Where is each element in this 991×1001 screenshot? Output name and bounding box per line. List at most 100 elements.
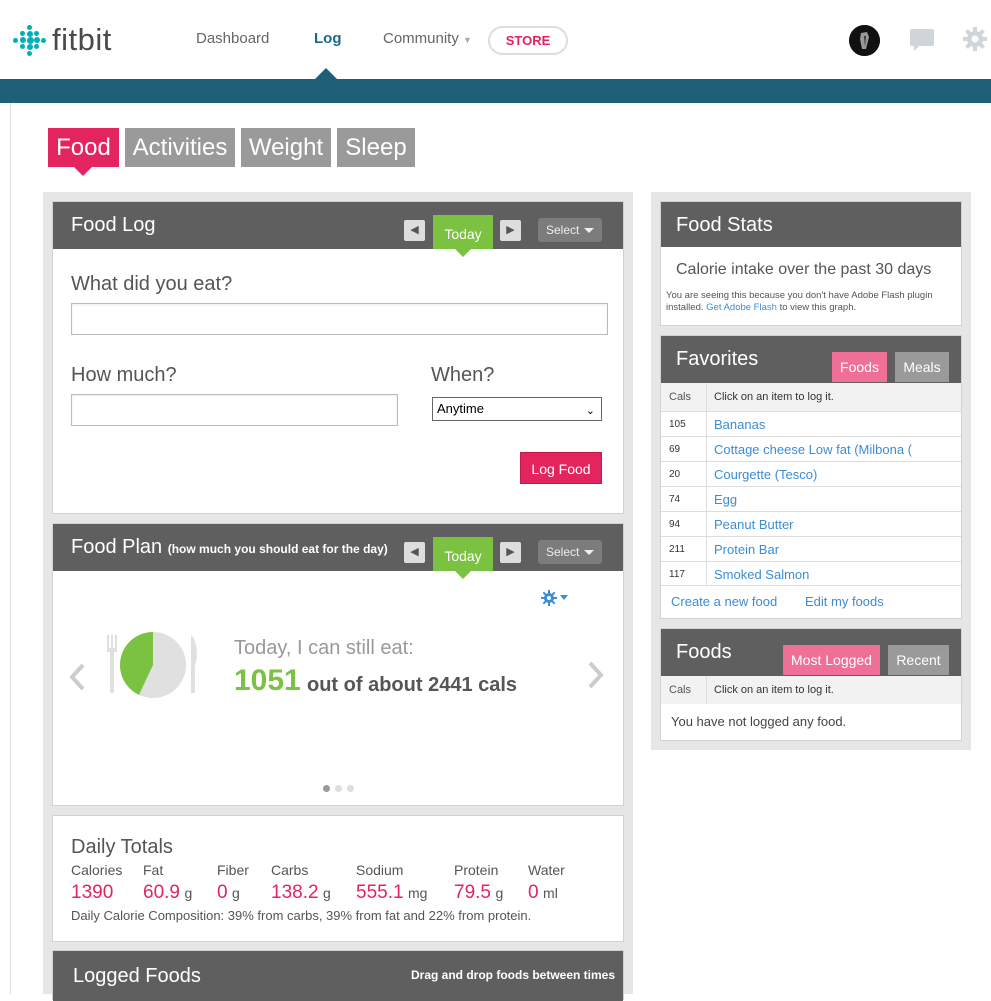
carousel-dot[interactable] [335, 785, 342, 792]
favorite-row[interactable]: 117 Smoked Salmon [661, 561, 961, 586]
plan-next-day-button[interactable]: ▶ [500, 542, 521, 563]
favorites-title: Favorites [676, 348, 759, 370]
favorite-name[interactable]: Bananas [714, 412, 955, 437]
favorite-name[interactable]: Protein Bar [714, 537, 955, 562]
messages-icon[interactable] [909, 28, 935, 52]
favorite-name[interactable]: Courgette (Tesco) [714, 462, 955, 487]
favorites-table: Cals Click on an item to log it. 105 Ban… [661, 383, 961, 586]
what-label: What did you eat? [71, 273, 233, 295]
foods-tab-most-logged[interactable]: Most Logged [783, 645, 880, 675]
totals-label-fiber: Fiber [217, 862, 249, 878]
chevron-down-icon: ▼ [463, 35, 472, 45]
foods-tab-recent[interactable]: Recent [888, 645, 949, 675]
plan-settings-gear-icon[interactable] [541, 590, 571, 606]
fitbit-logo[interactable]: fitbit [12, 22, 112, 58]
next-day-button[interactable]: ▶ [500, 220, 521, 241]
favorite-cals: 105 [661, 412, 707, 436]
food-plan-title: Food Plan (how much you should eat for t… [71, 536, 388, 559]
totals-unit-protein: g [495, 885, 504, 901]
foods-title: Foods [676, 641, 732, 663]
totals-value-carbs: 138.2 [271, 882, 319, 903]
favorite-row[interactable]: 74 Egg [661, 486, 961, 511]
favorite-name[interactable]: Egg [714, 487, 955, 512]
store-button[interactable]: STORE [488, 26, 568, 55]
plan-prev-day-button[interactable]: ◀ [404, 542, 425, 563]
nav-active-indicator [315, 68, 337, 79]
fitbit-dots-icon [12, 23, 46, 57]
create-food-link[interactable]: Create a new food [671, 594, 777, 609]
carousel-dot[interactable] [323, 785, 330, 792]
today-button[interactable]: Today [433, 215, 493, 249]
totals-unit-sodium: mg [408, 885, 428, 901]
tab-sleep[interactable]: Sleep [337, 128, 415, 167]
avatar[interactable] [849, 25, 880, 56]
calorie-composition: Daily Calorie Composition: 39% from carb… [71, 908, 532, 923]
tab-food[interactable]: Food [48, 128, 119, 167]
favorite-cals: 74 [661, 487, 707, 511]
favorites-tab-meals[interactable]: Meals [895, 352, 949, 382]
edit-foods-link[interactable]: Edit my foods [805, 594, 884, 609]
plan-today-button[interactable]: Today [433, 537, 493, 571]
col-hint-header: Click on an item to log it. [714, 391, 834, 403]
favorite-cals: 94 [661, 512, 707, 536]
foods-panel: Foods Most Logged Recent Cals Click on a… [660, 628, 962, 741]
brand-name: fitbit [52, 22, 112, 57]
carousel-dots [323, 785, 363, 793]
header-band [0, 79, 991, 103]
totals-value-water: 0 [528, 882, 539, 903]
food-plan-subtitle: (how much you should eat for the day) [167, 542, 388, 556]
chevron-left-icon[interactable] [67, 662, 87, 692]
food-plan-title-text: Food Plan [71, 536, 163, 558]
plan-select-dropdown[interactable]: Select [538, 540, 602, 564]
favorite-row[interactable]: 211 Protein Bar [661, 536, 961, 561]
plan-select-label: Select [546, 545, 580, 559]
favorite-name[interactable]: Cottage cheese Low fat (Milbona ( [714, 437, 955, 462]
daily-totals-panel: Daily Totals Calories 1390 Fat 60.9 g Fi… [52, 815, 624, 942]
gear-icon[interactable] [962, 26, 988, 52]
foods-col-cals: Cals [661, 676, 707, 704]
calories-goal: out of about 2441 cals [307, 674, 518, 696]
totals-carbs: 138.2 g [271, 882, 331, 904]
totals-label-fat: Fat [143, 862, 164, 878]
carousel-dot[interactable] [347, 785, 354, 792]
favorite-name[interactable]: Peanut Butter [714, 512, 955, 537]
log-food-button[interactable]: Log Food [520, 452, 602, 484]
select-dropdown[interactable]: Select [538, 218, 602, 242]
favorite-row[interactable]: 69 Cottage cheese Low fat (Milbona ( [661, 436, 961, 461]
nav-log[interactable]: Log [314, 30, 342, 47]
food-search-input[interactable] [71, 303, 608, 335]
tab-weight[interactable]: Weight [241, 128, 331, 167]
favorite-row[interactable]: 20 Courgette (Tesco) [661, 461, 961, 486]
favorite-row[interactable]: 105 Bananas [661, 411, 961, 436]
col-cals-header: Cals [661, 383, 707, 411]
top-header: fitbit Dashboard Log Community ▼ STORE [0, 0, 991, 79]
daily-totals-title: Daily Totals [71, 836, 173, 858]
prev-day-button[interactable]: ◀ [404, 220, 425, 241]
totals-unit-water: ml [543, 885, 558, 901]
when-select[interactable]: Anytime ⌄ [432, 397, 602, 421]
plate-pie-chart [103, 631, 201, 699]
amount-input[interactable] [71, 394, 398, 426]
food-log-header: Food Log ◀ Today ▶ Select [53, 202, 623, 249]
totals-unit-carbs: g [323, 885, 331, 901]
foods-empty-message: You have not logged any food. [671, 714, 847, 729]
totals-value-fat: 60.9 [143, 882, 180, 903]
favorites-tab-foods[interactable]: Foods [832, 352, 887, 382]
get-flash-link[interactable]: Get Adobe Flash [706, 302, 777, 313]
nav-community[interactable]: Community ▼ [383, 30, 472, 47]
favorite-row[interactable]: 94 Peanut Butter [661, 511, 961, 536]
select-label: Select [546, 223, 580, 237]
favorite-cals: 211 [661, 537, 707, 561]
favorites-header: Favorites Foods Meals [661, 336, 961, 383]
totals-fat: 60.9 g [143, 882, 192, 904]
favorites-table-header: Cals Click on an item to log it. [661, 383, 961, 411]
nav-dashboard[interactable]: Dashboard [196, 30, 269, 47]
food-log-panel: Food Log ◀ Today ▶ Select What did you e… [52, 201, 624, 514]
knife-icon [191, 635, 197, 693]
chevron-down-icon [584, 228, 594, 233]
chevron-right-icon[interactable] [586, 660, 606, 690]
tab-activities[interactable]: Activities [125, 128, 235, 167]
plan-headline: Today, I can still eat: [234, 637, 414, 659]
logged-foods-title: Logged Foods [73, 965, 201, 987]
favorite-name[interactable]: Smoked Salmon [714, 562, 955, 587]
